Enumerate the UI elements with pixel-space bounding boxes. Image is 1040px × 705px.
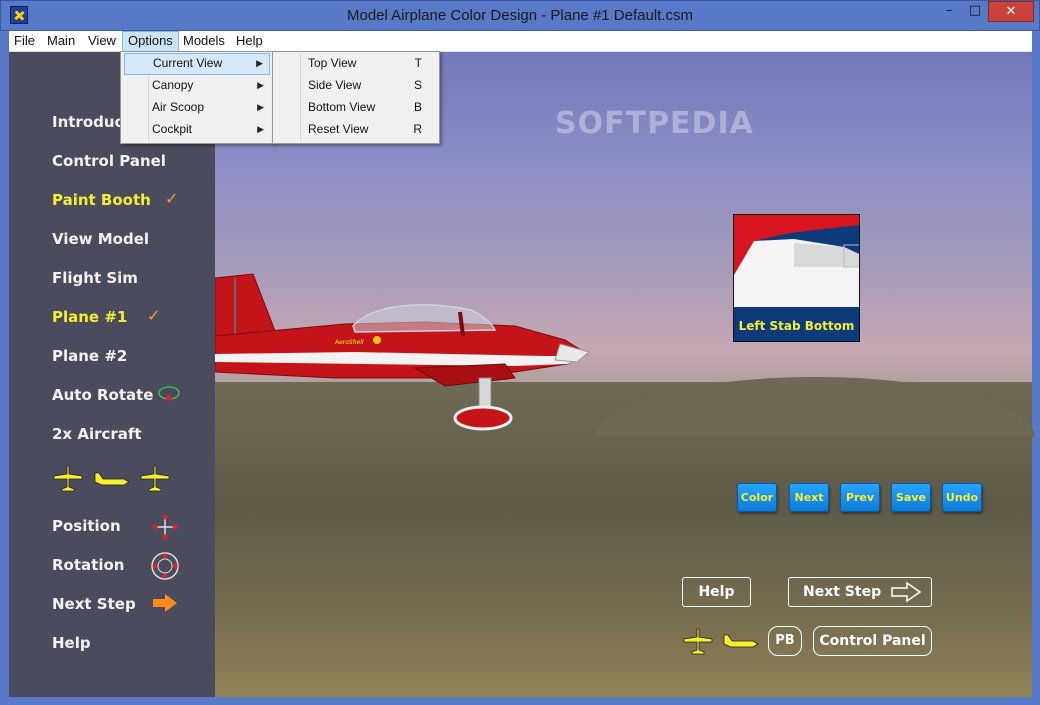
swatch-label: Left Stab Bottom xyxy=(738,319,855,333)
menu-item-shortcut: T xyxy=(414,56,422,70)
undo-button[interactable]: Undo xyxy=(942,483,982,512)
close-button[interactable]: ✕ xyxy=(988,1,1034,22)
menu-item-cockpit[interactable]: Cockpit ▶ xyxy=(124,119,270,141)
menu-item-current-view[interactable]: Current View ▶ xyxy=(124,53,270,75)
control-panel-button[interactable]: Control Panel xyxy=(813,626,932,656)
nav-plane-2[interactable]: Plane #2 xyxy=(52,347,127,365)
menu-item-label: Canopy xyxy=(152,78,194,92)
minimize-button[interactable]: – xyxy=(937,1,961,22)
nav-flight-sim[interactable]: Flight Sim xyxy=(52,269,138,287)
menu-item-bottom-view[interactable]: Bottom View B xyxy=(276,97,436,119)
window-frame-right xyxy=(1032,31,1040,705)
nav-position[interactable]: Position xyxy=(52,517,121,535)
menu-item-shortcut: S xyxy=(413,78,422,92)
submenu-arrow-icon: ▶ xyxy=(257,124,264,134)
nav-paint-booth[interactable]: Paint Booth xyxy=(52,191,151,209)
menu-options[interactable]: Options xyxy=(122,31,179,52)
menu-item-top-view[interactable]: Top View T xyxy=(276,53,436,75)
nav-rotation[interactable]: Rotation xyxy=(52,556,124,574)
menu-file[interactable]: File xyxy=(9,31,40,52)
menu-item-label: Reset View xyxy=(308,122,369,136)
window-title: Model Airplane Color Design - Plane #1 D… xyxy=(346,7,693,24)
plane-side-view-icon[interactable] xyxy=(94,470,130,490)
menu-item-label: Top View xyxy=(308,56,357,70)
menu-item-label: Air Scoop xyxy=(152,100,205,114)
menu-item-side-view[interactable]: Side View S xyxy=(276,75,436,97)
nav-auto-rotate[interactable]: Auto Rotate xyxy=(52,386,153,404)
menu-item-air-scoop[interactable]: Air Scoop ▶ xyxy=(124,97,270,119)
options-menu: Current View ▶ Canopy ▶ Air Scoop ▶ Cock… xyxy=(120,51,274,144)
menu-item-label: Current View xyxy=(153,56,223,70)
arrow-right-icon xyxy=(153,594,177,612)
current-view-submenu: Top View T Side View S Bottom View B Res… xyxy=(272,51,440,144)
plane-top-view-icon[interactable] xyxy=(52,465,84,493)
menu-item-reset-view[interactable]: Reset View R xyxy=(276,119,436,141)
plane-top-view-icon[interactable] xyxy=(683,628,713,656)
nav-introduction[interactable]: Introduc xyxy=(52,113,123,131)
title-bar: Model Airplane Color Design - Plane #1 D… xyxy=(0,0,1040,31)
window-frame-bottom xyxy=(0,697,1040,705)
help-button[interactable]: Help xyxy=(682,577,751,607)
check-icon: ✓ xyxy=(147,306,161,325)
nav-help[interactable]: Help xyxy=(52,634,91,652)
menu-item-label: Side View xyxy=(308,78,362,92)
next-step-label: Next Step xyxy=(803,584,882,600)
window-frame-left xyxy=(0,31,9,705)
menu-main[interactable]: Main xyxy=(42,31,80,52)
menu-item-shortcut: R xyxy=(413,122,422,136)
submenu-arrow-icon: ▶ xyxy=(257,80,264,90)
submenu-arrow-icon: ▶ xyxy=(257,102,264,112)
submenu-arrow-icon: ▶ xyxy=(256,58,263,68)
pb-button[interactable]: PB xyxy=(768,626,802,656)
nav-control-panel[interactable]: Control Panel xyxy=(52,152,166,170)
arrow-right-icon xyxy=(891,582,921,602)
rotation-icon xyxy=(151,552,179,580)
left-nav-panel: Introduc Control Panel Paint Booth ✓ Vie… xyxy=(9,52,215,697)
plane-front-view-icon[interactable] xyxy=(139,465,171,493)
menu-models[interactable]: Models xyxy=(178,31,230,52)
prev-button[interactable]: Prev xyxy=(840,483,880,512)
part-swatch-preview: Left Stab Bottom xyxy=(733,214,860,342)
plane-side-view-icon[interactable] xyxy=(723,632,759,652)
nav-plane-1[interactable]: Plane #1 xyxy=(52,308,127,326)
nav-2x-aircraft[interactable]: 2x Aircraft xyxy=(52,425,142,443)
menu-item-label: Cockpit xyxy=(152,122,193,136)
menu-item-shortcut: B xyxy=(413,100,422,114)
airplane-model: AeroShell xyxy=(215,273,591,431)
next-button[interactable]: Next xyxy=(789,483,829,512)
airplane-logo-text: AeroShell xyxy=(334,339,364,346)
watermark: SOFTPEDIA xyxy=(555,106,754,141)
save-button[interactable]: Save xyxy=(891,483,931,512)
menu-view[interactable]: View xyxy=(83,31,121,52)
next-step-button[interactable]: Next Step xyxy=(788,577,932,607)
nav-view-model[interactable]: View Model xyxy=(52,230,149,248)
menu-item-label: Bottom View xyxy=(308,100,376,114)
maximize-button[interactable]: □ xyxy=(963,1,987,22)
move-icon xyxy=(152,514,178,540)
menu-help[interactable]: Help xyxy=(231,31,268,52)
check-icon: ✓ xyxy=(165,189,179,208)
rotate-icon xyxy=(158,386,180,401)
nav-next-step[interactable]: Next Step xyxy=(52,595,136,613)
menu-item-canopy[interactable]: Canopy ▶ xyxy=(124,75,270,97)
color-button[interactable]: Color xyxy=(737,483,777,512)
menu-bar: File Main View Options Models Help xyxy=(9,31,1032,52)
